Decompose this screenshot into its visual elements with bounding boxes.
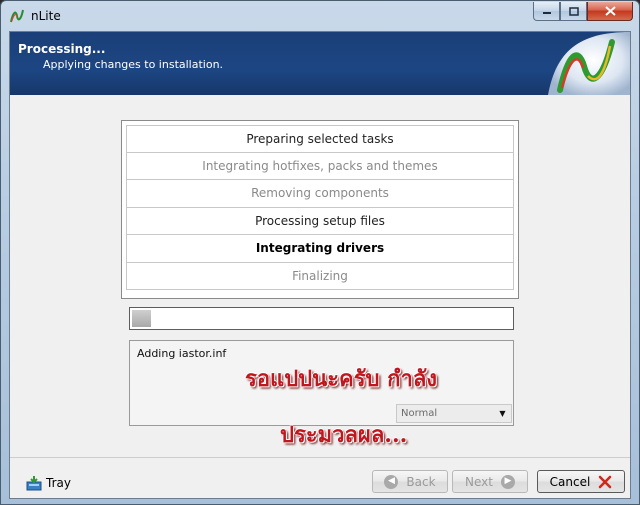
progress-fill [132, 310, 151, 327]
page-subtitle: Applying changes to installation. [43, 58, 224, 71]
caption-buttons [533, 2, 633, 21]
tray-icon [26, 476, 42, 491]
task-list: Preparing selected tasks Integrating hot… [121, 120, 519, 299]
task-step-active: Integrating drivers [126, 235, 514, 263]
maximize-icon [568, 6, 579, 16]
page-title: Processing... [18, 42, 106, 56]
close-button[interactable] [587, 2, 633, 21]
log-panel: Adding iastor.inf รอแปปนะครับ กำลัง Norm… [129, 340, 514, 448]
task-step: Removing components [126, 180, 514, 208]
arrow-right-icon: ▶ [500, 474, 515, 489]
footer-divider [10, 457, 630, 458]
tray-button[interactable]: Tray [26, 475, 71, 491]
next-button[interactable]: Next ▶ [452, 470, 528, 493]
cancel-button[interactable]: Cancel [537, 470, 625, 493]
back-button[interactable]: ◀ Back [372, 470, 448, 493]
window-title: nLite [31, 9, 61, 23]
arrow-left-icon: ◀ [384, 474, 399, 489]
wizard-client: Processing... Applying changes to instal… [9, 31, 631, 499]
minimize-button[interactable] [533, 2, 560, 21]
wizard-header: Processing... Applying changes to instal… [10, 32, 630, 95]
next-label: Next [465, 474, 493, 489]
minimize-icon [542, 12, 551, 14]
task-step: Processing setup files [126, 207, 514, 235]
nlite-logo-icon [548, 32, 630, 95]
task-step: Finalizing [126, 262, 514, 290]
close-icon [604, 6, 616, 16]
overlay-text-line2: ประมวลผล... [280, 422, 408, 448]
priority-dropdown[interactable]: Normal ▼ [396, 404, 512, 423]
cancel-label: Cancel [549, 474, 591, 489]
window-frame: nLite Processing... Applying changes to … [0, 0, 640, 505]
maximize-button[interactable] [560, 2, 587, 21]
task-step: Preparing selected tasks [126, 125, 514, 153]
chevron-down-icon[interactable]: ▼ [496, 407, 509, 420]
task-step: Integrating hotfixes, packs and themes [126, 152, 514, 180]
tray-label: Tray [46, 476, 71, 490]
log-current-item: Adding iastor.inf [137, 347, 227, 360]
close-icon [599, 475, 612, 488]
overlay-text-line1: รอแปปนะครับ กำลัง [245, 366, 438, 392]
progress-bar [129, 307, 514, 330]
title-bar[interactable]: nLite [1, 1, 639, 31]
nlite-icon [10, 9, 24, 23]
back-label: Back [406, 474, 436, 489]
